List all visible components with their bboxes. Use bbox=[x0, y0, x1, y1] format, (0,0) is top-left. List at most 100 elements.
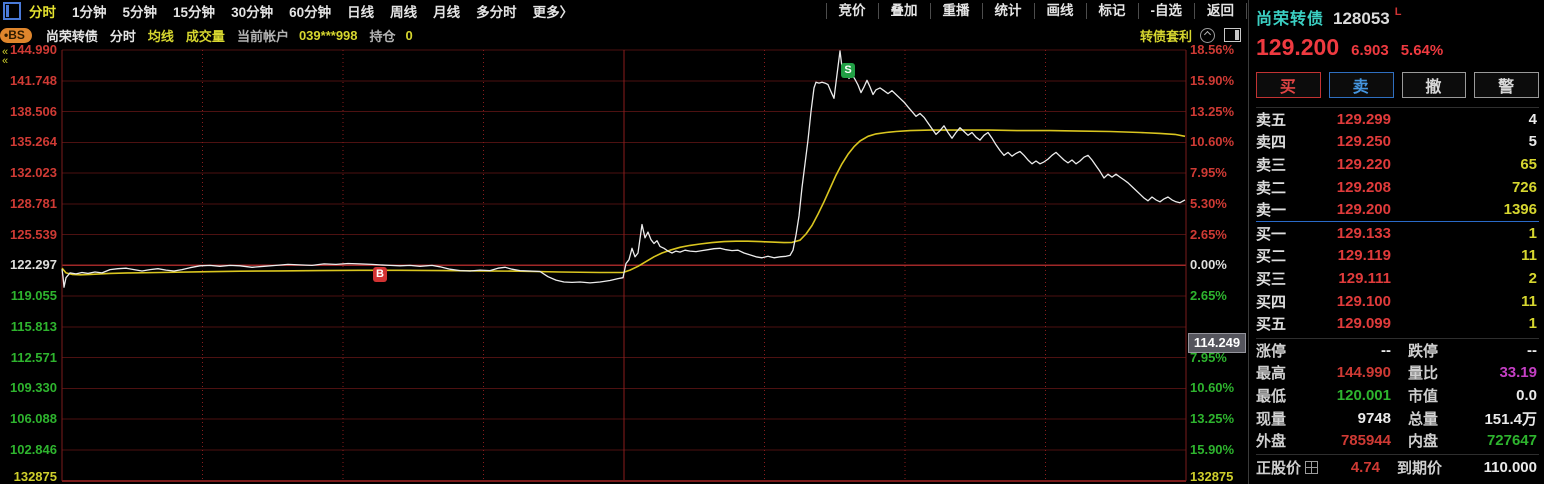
stat-label: 市值 bbox=[1408, 387, 1439, 405]
stat-value: 0.0 bbox=[1516, 386, 1537, 404]
stats-row: 最高 144.990 量比 33.19 bbox=[1256, 362, 1539, 385]
maturity-price-label: 到期价 bbox=[1397, 460, 1443, 478]
stat-value: 33.19 bbox=[1499, 364, 1537, 382]
circle-up-icon[interactable] bbox=[1200, 27, 1215, 43]
l-flag: L bbox=[1394, 6, 1402, 18]
toolbar-button-叠加[interactable]: 叠加 bbox=[877, 3, 930, 19]
left-axis-label: 135.264 bbox=[10, 134, 57, 150]
tab-30分钟[interactable]: 30分钟 bbox=[231, 1, 273, 21]
position-value: 0 bbox=[405, 27, 413, 43]
ma-legend[interactable]: 均线 bbox=[148, 26, 174, 45]
bid-label: 买三 bbox=[1256, 270, 1287, 288]
stats-row: 现量 9748 总量 151.4万 bbox=[1256, 407, 1539, 430]
bid-volume: 1 bbox=[1528, 224, 1537, 242]
bond-code: 128053 bbox=[1333, 9, 1390, 28]
security-name: 尚荣转债 bbox=[45, 28, 98, 44]
stats-row: 外盘 785944 内盘 727647 bbox=[1256, 429, 1539, 452]
toolbar-button-重播[interactable]: 重播 bbox=[929, 3, 982, 19]
right-axis-label: 13.25% bbox=[1190, 411, 1235, 427]
bid-row-买三[interactable]: 买三 129.111 2 bbox=[1256, 267, 1539, 290]
axis-collapse-icon[interactable]: «« bbox=[0, 47, 10, 67]
maturity-price-value: 110.000 bbox=[1483, 459, 1537, 477]
table-icon[interactable] bbox=[1305, 461, 1319, 475]
ask-volume: 1396 bbox=[1503, 201, 1537, 219]
ask-row-卖一[interactable]: 卖一 129.200 1396 bbox=[1256, 198, 1539, 221]
ask-row-卖二[interactable]: 卖二 129.208 726 bbox=[1256, 176, 1539, 199]
period-toolbar: 分时 1分钟 5分钟 15分钟 30分钟 60分钟 日线 周线 月线 多分时 更多〉 竞价 叠加 重播统… bbox=[0, 0, 1247, 22]
right-axis-label: 15.90% bbox=[1190, 441, 1235, 457]
tab-分时[interactable]: 分时 bbox=[29, 1, 56, 21]
left-axis-label: 109.330 bbox=[10, 380, 57, 396]
ask-price: 129.250 bbox=[1336, 133, 1391, 151]
bid-volume: 1 bbox=[1528, 315, 1537, 333]
bid-price: 129.099 bbox=[1336, 315, 1391, 333]
left-axis-label: 106.088 bbox=[10, 411, 57, 427]
account-label: 当前帐户 bbox=[236, 28, 289, 44]
stat-value: 727647 bbox=[1486, 432, 1537, 450]
ask-volume: 65 bbox=[1520, 155, 1537, 173]
stat-label: 涨停 bbox=[1256, 342, 1287, 360]
stat-label: 最低 bbox=[1256, 387, 1287, 405]
tab-5分钟[interactable]: 5分钟 bbox=[123, 1, 158, 21]
ask-row-卖五[interactable]: 卖五 129.299 4 bbox=[1256, 108, 1539, 131]
ask-volume: 4 bbox=[1528, 110, 1537, 128]
intraday-chart: 144.990 141.748 138.506 135.264 132.023 128.7… bbox=[0, 0, 1247, 484]
ask-price: 129.208 bbox=[1336, 178, 1391, 196]
ask-volume: 5 bbox=[1528, 133, 1537, 151]
toolbar-button--自选[interactable]: -自选 bbox=[1137, 3, 1195, 19]
arbitrage-link[interactable]: 转债套利 bbox=[1140, 26, 1192, 45]
volume-scale-label-right: 132875 bbox=[1190, 469, 1234, 484]
price-change: 6.903 bbox=[1351, 42, 1389, 59]
left-axis-label: 102.846 bbox=[10, 441, 57, 457]
toolbar-button-标记[interactable]: 标记 bbox=[1085, 3, 1138, 19]
bid-row-买四[interactable]: 买四 129.100 11 bbox=[1256, 290, 1539, 313]
panel-toggle-icon[interactable] bbox=[1224, 28, 1241, 42]
stat-label: 内盘 bbox=[1408, 433, 1439, 451]
bid-price: 129.133 bbox=[1336, 224, 1391, 242]
conversion-value-marker: 114.249 bbox=[1188, 333, 1246, 353]
window-toggle-icon[interactable] bbox=[3, 2, 21, 20]
bid-row-买五[interactable]: 买五 129.099 1 bbox=[1256, 312, 1539, 335]
tab-周线[interactable]: 周线 bbox=[390, 1, 417, 21]
bid-price: 129.119 bbox=[1337, 247, 1391, 265]
tab-更多〉[interactable]: 更多〉 bbox=[533, 1, 574, 21]
bid-volume: 11 bbox=[1521, 247, 1537, 265]
bond-name[interactable]: 尚荣转债 bbox=[1256, 5, 1324, 29]
tab-15分钟[interactable]: 15分钟 bbox=[173, 1, 215, 21]
toolbar-button-统计[interactable]: 统计 bbox=[981, 3, 1034, 19]
ask-label: 卖五 bbox=[1256, 111, 1287, 129]
tab-月线[interactable]: 月线 bbox=[433, 1, 460, 21]
tab-1分钟[interactable]: 1分钟 bbox=[72, 1, 107, 21]
tab-日线[interactable]: 日线 bbox=[347, 1, 374, 21]
stat-label: 外盘 bbox=[1256, 433, 1287, 451]
bid-label: 买五 bbox=[1256, 316, 1287, 334]
sell-button[interactable]: 卖 bbox=[1328, 72, 1394, 98]
position-label: 持仓 bbox=[369, 28, 396, 44]
alert-button[interactable]: 警 bbox=[1474, 72, 1539, 98]
left-axis-label: 128.781 bbox=[10, 195, 57, 211]
stat-value: 785944 bbox=[1340, 432, 1391, 450]
toolbar-button-返回[interactable]: 返回 bbox=[1194, 3, 1247, 19]
ask-row-卖三[interactable]: 卖三 129.220 65 bbox=[1256, 153, 1539, 176]
bid-row-买二[interactable]: 买二 129.119 11 bbox=[1256, 245, 1539, 268]
bid-row-买一[interactable]: 买一 129.133 1 bbox=[1256, 220, 1539, 245]
ask-label: 卖四 bbox=[1256, 134, 1287, 152]
bid-label: 买一 bbox=[1256, 225, 1287, 243]
stat-label: 量比 bbox=[1408, 365, 1439, 383]
tab-60分钟[interactable]: 60分钟 bbox=[289, 1, 331, 21]
left-axis-label: 125.539 bbox=[10, 226, 57, 242]
volume-legend[interactable]: 成交量 bbox=[186, 26, 225, 45]
ask-row-卖四[interactable]: 卖四 129.250 5 bbox=[1256, 131, 1539, 154]
cancel-button[interactable]: 撤 bbox=[1401, 72, 1467, 98]
stat-label: 总量 bbox=[1408, 410, 1439, 428]
buy-button[interactable]: 买 bbox=[1256, 72, 1321, 98]
toolbar-button-竞价[interactable]: 竞价 bbox=[825, 3, 878, 19]
toolbar-button-画线[interactable]: 画线 bbox=[1033, 3, 1086, 19]
bs-marks-badge[interactable]: •BS bbox=[0, 27, 32, 43]
ask-label: 卖二 bbox=[1256, 179, 1287, 197]
right-axis-label: 15.90% bbox=[1190, 72, 1235, 88]
ask-label: 卖一 bbox=[1256, 202, 1287, 220]
last-price: 129.200 bbox=[1256, 34, 1340, 60]
tab-多分时[interactable]: 多分时 bbox=[476, 1, 517, 21]
stock-price-value: 4.74 bbox=[1350, 459, 1381, 477]
